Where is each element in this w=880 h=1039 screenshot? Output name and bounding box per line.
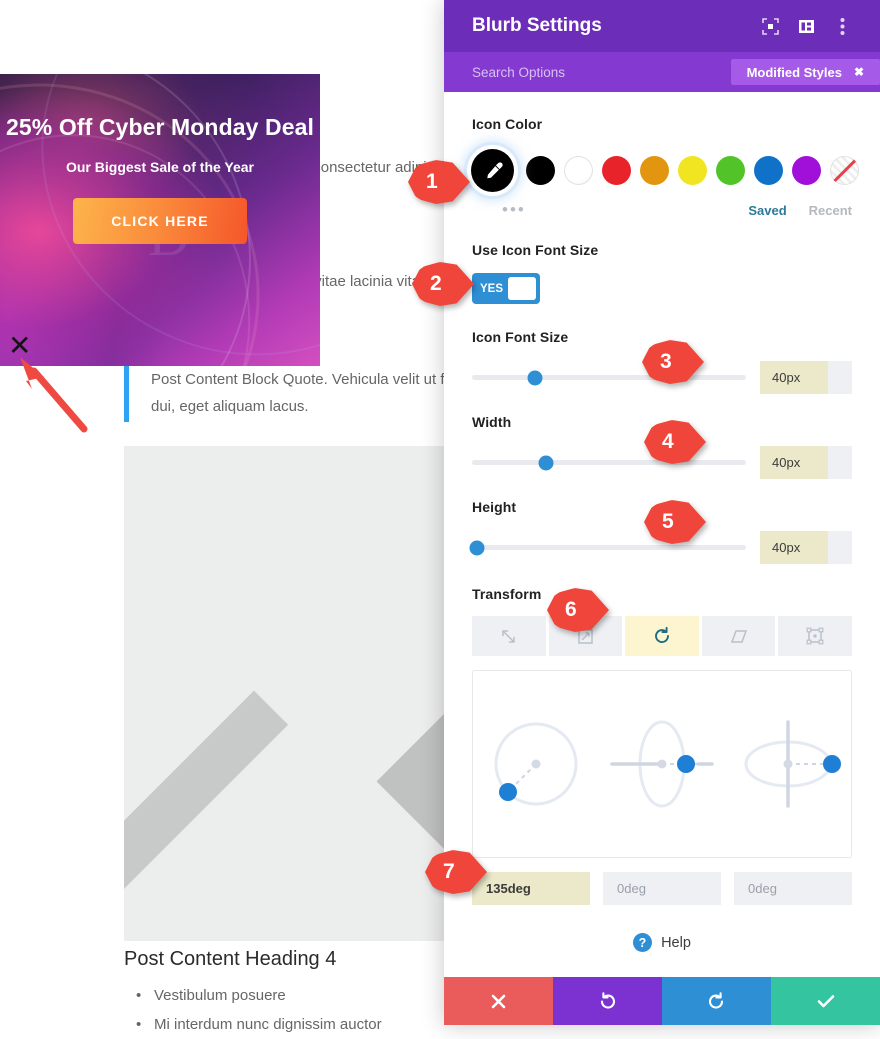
more-colors-icon[interactable]: ••• xyxy=(502,200,748,220)
icon-font-size-slider[interactable] xyxy=(472,370,746,385)
panel-search-bar[interactable]: Search Options Modified Styles ✖ xyxy=(444,52,880,92)
toggle-state-label: YES xyxy=(480,282,504,295)
discard-button[interactable] xyxy=(444,977,553,1025)
promo-cta-button[interactable]: CLICK HERE xyxy=(73,198,247,244)
promo-popup[interactable]: D 25% Off Cyber Monday Deal Our Biggest … xyxy=(0,74,320,366)
swatch-blue[interactable] xyxy=(754,156,783,185)
annotation-badge-1: 1 xyxy=(408,160,470,204)
check-icon xyxy=(817,995,834,1008)
width-value[interactable]: 40px xyxy=(760,446,828,479)
annotation-badge-7: 7 xyxy=(425,850,487,894)
tab-recent-colors[interactable]: Recent xyxy=(809,203,852,218)
annotation-badge-3: 3 xyxy=(642,340,704,384)
height-field[interactable]: 40px xyxy=(760,531,852,564)
swatch-yellow[interactable] xyxy=(678,156,707,185)
search-input[interactable]: Search Options xyxy=(472,65,731,80)
promo-title: 25% Off Cyber Monday Deal xyxy=(6,114,314,140)
rotate-x-value[interactable]: 0deg xyxy=(603,872,721,905)
swatch-orange[interactable] xyxy=(640,156,669,185)
annotation-badge-5: 5 xyxy=(644,500,706,544)
height-slider[interactable] xyxy=(469,540,746,555)
rotate-z-dial[interactable] xyxy=(480,708,592,820)
annotation-badge-2: 2 xyxy=(412,262,474,306)
use-icon-font-size-toggle[interactable]: YES xyxy=(472,273,540,304)
use-icon-font-size-label: Use Icon Font Size xyxy=(472,242,599,258)
icon-color-meta-row: ••• Saved Recent xyxy=(472,200,852,220)
eyedropper-swatch-button[interactable] xyxy=(471,149,514,192)
rotation-dials xyxy=(472,670,852,858)
rotate-y-value[interactable]: 0deg xyxy=(734,872,852,905)
width-slider-handle[interactable] xyxy=(538,455,554,470)
undo-icon xyxy=(600,991,616,1009)
transform-tabs xyxy=(472,616,852,656)
swatch-purple[interactable] xyxy=(792,156,821,185)
question-mark-icon: ? xyxy=(633,933,653,952)
annotation-badge-6: 6 xyxy=(547,588,609,632)
promo-subtitle: Our Biggest Sale of the Year xyxy=(65,159,255,175)
help-label[interactable]: Help xyxy=(661,935,691,951)
annotation-badge-4: 4 xyxy=(644,420,706,464)
tab-saved-colors[interactable]: Saved xyxy=(748,203,786,218)
transform-tab-translate[interactable] xyxy=(472,616,546,656)
modified-styles-badge[interactable]: Modified Styles ✖ xyxy=(730,59,880,85)
icon-font-size-field[interactable]: 40px xyxy=(760,361,852,394)
panel-footer xyxy=(444,977,880,1025)
transform-tab-rotate[interactable] xyxy=(625,616,699,656)
focus-icon[interactable] xyxy=(752,17,788,35)
height-slider-handle[interactable] xyxy=(469,540,485,555)
transform-tab-origin[interactable] xyxy=(778,616,852,656)
transform-tab-skew[interactable] xyxy=(701,616,776,656)
panel-title: Blurb Settings xyxy=(472,15,602,36)
transform-label: Transform xyxy=(472,586,542,602)
rotation-degree-fields: 135deg 0deg 0deg xyxy=(472,872,852,905)
undo-button[interactable] xyxy=(553,977,662,1025)
modified-styles-label: Modified Styles xyxy=(746,64,842,80)
width-field[interactable]: 40px xyxy=(760,446,852,479)
panel-header: Blurb Settings xyxy=(444,0,880,52)
close-icon xyxy=(491,994,506,1008)
icon-color-swatches xyxy=(471,149,859,192)
swatch-green[interactable] xyxy=(716,156,745,185)
svg-text:?: ? xyxy=(639,936,647,950)
swatch-black[interactable] xyxy=(526,156,555,185)
help-row[interactable]: ? Help xyxy=(472,933,852,952)
overflow-menu-icon[interactable] xyxy=(824,17,860,36)
annotation-arrow-icon xyxy=(20,357,88,433)
clear-modified-styles-icon[interactable]: ✖ xyxy=(854,65,864,79)
toggle-knob[interactable] xyxy=(508,277,536,300)
save-button[interactable] xyxy=(771,977,880,1025)
height-value[interactable]: 40px xyxy=(760,531,828,564)
icon-font-size-value[interactable]: 40px xyxy=(760,361,828,394)
icon-color-label: Icon Color xyxy=(472,116,543,132)
swatch-white[interactable] xyxy=(564,156,593,185)
rotate-y-dial[interactable] xyxy=(732,708,844,820)
rotate-x-dial[interactable] xyxy=(606,708,718,820)
redo-icon xyxy=(708,991,724,1009)
layout-toggle-icon[interactable] xyxy=(788,18,824,35)
redo-button[interactable] xyxy=(662,977,771,1025)
rotate-z-value[interactable]: 135deg xyxy=(472,872,590,905)
swatch-red[interactable] xyxy=(602,156,631,185)
icon-font-size-slider-handle[interactable] xyxy=(527,370,543,385)
swatch-none[interactable] xyxy=(830,156,859,185)
promo-content: 25% Off Cyber Monday Deal Our Biggest Sa… xyxy=(0,74,320,244)
